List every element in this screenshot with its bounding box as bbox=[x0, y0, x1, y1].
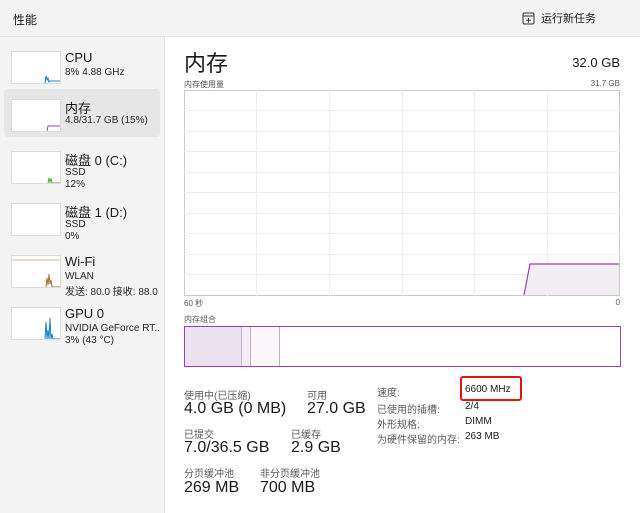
usage-chart-label: 内存使用量 bbox=[184, 80, 224, 89]
sidebar-item-memory[interactable]: 内存 4.8/31.7 GB (15%) bbox=[4, 89, 160, 137]
sidebar-item-wifi[interactable]: Wi-Fi WLAN 发送: 80.0 接收: 88.0 K bbox=[4, 245, 160, 298]
sidebar-item-cpu-detail: 8% 4.88 GHz bbox=[65, 67, 125, 78]
sidebar-item-disk1-type: SSD bbox=[65, 219, 86, 230]
gpu0-thumbnail bbox=[11, 307, 61, 340]
slots-value: 2/4 bbox=[465, 401, 479, 412]
time-axis-start: 60 秒 bbox=[184, 299, 204, 308]
paged-pool-label: 分页缓冲池 bbox=[184, 469, 234, 480]
disk1-thumbnail bbox=[11, 203, 61, 236]
sidebar-item-memory-detail: 4.8/31.7 GB (15%) bbox=[65, 115, 148, 126]
top-bar: 性能 运行新任务 bbox=[0, 0, 640, 36]
sidebar-item-gpu0[interactable]: GPU 0 NVIDIA GeForce RT... 3% (43 °C) bbox=[4, 297, 160, 346]
sidebar-item-gpu0-name: GPU 0 bbox=[65, 306, 105, 321]
memory-title: 内存 bbox=[184, 51, 229, 76]
form-factor-value: DIMM bbox=[465, 416, 492, 427]
sidebar-item-disk1[interactable]: 磁盘 1 (D:) SSD 0% bbox=[4, 193, 160, 242]
memory-total: 32.0 GB bbox=[572, 55, 620, 70]
sidebar-item-wifi-name: Wi-Fi bbox=[65, 254, 96, 269]
committed-value: 7.0/36.5 GB bbox=[184, 439, 270, 456]
memory-sparkline-icon bbox=[46, 125, 60, 131]
wifi-thumbnail bbox=[11, 255, 61, 288]
page-title: 性能 bbox=[13, 13, 38, 27]
hardware-reserved-label: 为硬件保留的内存: bbox=[377, 435, 460, 446]
cpu-sparkline-icon bbox=[44, 75, 60, 83]
gpu0-sparkline-icon bbox=[44, 317, 60, 339]
memory-thumbnail bbox=[11, 99, 61, 132]
sidebar-item-gpu0-usage: 3% (43 °C) bbox=[65, 335, 115, 346]
memory-usage-chart bbox=[184, 90, 620, 296]
nonpaged-pool-value: 700 MB bbox=[260, 479, 316, 496]
run-new-task-label: 运行新任务 bbox=[541, 13, 596, 25]
usage-chart-max: 31.7 GB bbox=[590, 79, 620, 88]
hardware-reserved-value: 263 MB bbox=[465, 431, 500, 442]
nonpaged-pool-label: 非分页缓冲池 bbox=[260, 469, 320, 480]
cached-value: 2.9 GB bbox=[291, 439, 341, 456]
composition-standby bbox=[251, 327, 279, 366]
speed-highlight-box bbox=[460, 376, 522, 401]
cpu-thumbnail bbox=[11, 51, 61, 84]
sidebar-item-cpu-name: CPU bbox=[65, 50, 93, 65]
sidebar-item-wifi-type: WLAN bbox=[65, 271, 94, 282]
speed-label: 速度: bbox=[377, 388, 400, 399]
memory-composition-bar bbox=[184, 326, 621, 367]
in-use-value: 4.0 GB (0 MB) bbox=[184, 400, 287, 417]
form-factor-label: 外形规格: bbox=[377, 420, 420, 431]
composition-label: 内存组合 bbox=[184, 315, 216, 324]
time-axis-end: 0 bbox=[615, 298, 620, 307]
available-value: 27.0 GB bbox=[307, 400, 366, 417]
sidebar: CPU 8% 4.88 GHz 内存 4.8/31.7 GB (15%) 磁盘 … bbox=[0, 37, 164, 513]
run-new-task-button[interactable]: 运行新任务 bbox=[522, 8, 596, 28]
sidebar-item-gpu0-model: NVIDIA GeForce RT... bbox=[65, 323, 160, 334]
memory-usage-area bbox=[524, 264, 619, 295]
slots-label: 已使用的插槽: bbox=[377, 405, 440, 416]
run-task-icon bbox=[522, 12, 535, 24]
wifi-sparkline-icon bbox=[12, 259, 60, 287]
sidebar-item-disk0-usage: 12% bbox=[65, 179, 86, 190]
disk0-sparkline-icon bbox=[47, 177, 60, 183]
sidebar-item-disk0[interactable]: 磁盘 0 (C:) SSD 12% bbox=[4, 141, 160, 190]
composition-in-use bbox=[185, 327, 241, 366]
sidebar-item-disk1-usage: 0% bbox=[65, 231, 80, 242]
sidebar-item-wifi-rate: 发送: 80.0 接收: 88.0 K bbox=[65, 287, 160, 298]
memory-panel: 内存 32.0 GB 内存使用量 31.7 GB 60 秒 0 内存组合 使用中… bbox=[164, 37, 640, 513]
disk0-thumbnail bbox=[11, 151, 61, 184]
sidebar-item-disk0-type: SSD bbox=[65, 167, 86, 178]
composition-modified bbox=[242, 327, 250, 366]
paged-pool-value: 269 MB bbox=[184, 479, 240, 496]
sidebar-item-cpu[interactable]: CPU 8% 4.88 GHz bbox=[4, 41, 160, 89]
